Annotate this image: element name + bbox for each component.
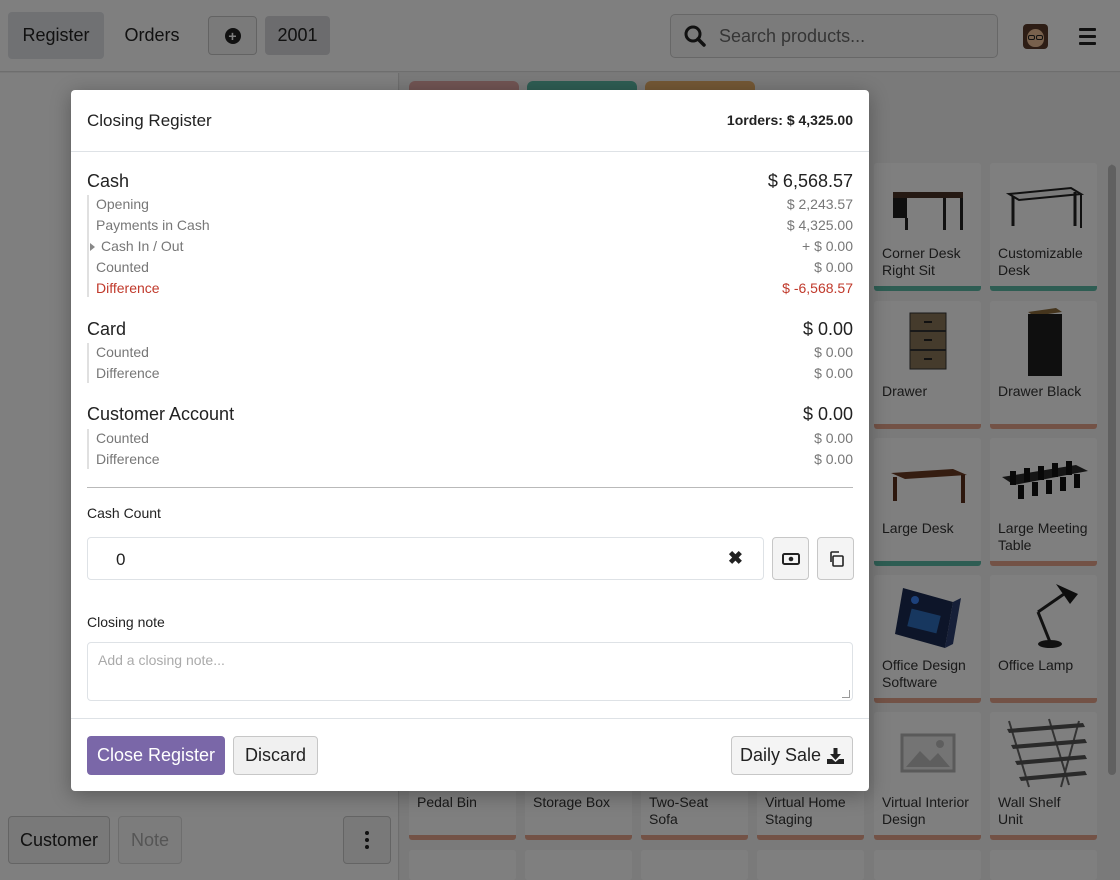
cash-in-out-value: + $ 0.00 xyxy=(802,238,853,254)
card-section-title: Card xyxy=(87,319,127,339)
cash-opening-label: Opening xyxy=(96,196,149,212)
dialog-footer: Close Register Discard Daily Sale xyxy=(71,718,869,791)
closing-register-dialog: Closing Register 1orders: $ 4,325.00 Cas… xyxy=(71,90,869,791)
orders-summary: 1orders: $ 4,325.00 xyxy=(726,112,853,128)
cash-difference-value: $ -6,568.57 xyxy=(782,280,853,296)
clear-icon[interactable]: ✖ xyxy=(728,548,743,569)
customer-account-counted-label: Counted xyxy=(96,430,149,446)
money-bill-icon xyxy=(781,552,800,565)
daily-sale-button[interactable]: Daily Sale xyxy=(731,736,853,775)
dialog-header: Closing Register 1orders: $ 4,325.00 xyxy=(71,90,869,152)
customer-account-total: $ 0.00 xyxy=(802,404,853,424)
cash-payments-label: Payments in Cash xyxy=(96,217,210,233)
close-register-button[interactable]: Close Register xyxy=(87,736,225,775)
cash-in-out-toggle[interactable]: Cash In / Out xyxy=(90,238,183,254)
resize-handle-icon[interactable] xyxy=(842,690,850,698)
customer-account-counted-value: $ 0.00 xyxy=(814,430,853,446)
cash-section-title: Cash xyxy=(87,171,130,191)
closing-note-placeholder: Add a closing note... xyxy=(98,652,225,668)
customer-account-difference-value: $ 0.00 xyxy=(814,451,853,467)
card-total: $ 0.00 xyxy=(802,319,853,339)
cash-payments-value: $ 4,325.00 xyxy=(786,217,853,233)
discard-button[interactable]: Discard xyxy=(233,736,318,775)
copy-icon xyxy=(829,550,844,567)
cash-total: $ 6,568.57 xyxy=(767,171,853,191)
cash-count-value: 0 xyxy=(116,550,126,569)
card-counted-label: Counted xyxy=(96,344,149,360)
download-icon xyxy=(827,747,845,764)
card-difference-label: Difference xyxy=(96,365,160,381)
customer-account-section-title: Customer Account xyxy=(87,404,235,424)
card-difference-value: $ 0.00 xyxy=(814,365,853,381)
cash-count-input[interactable]: 0 ✖ xyxy=(87,537,764,580)
cash-difference-label: Difference xyxy=(96,280,160,296)
closing-note-label: Closing note xyxy=(87,614,165,630)
divider xyxy=(87,487,853,488)
card-counted-value: $ 0.00 xyxy=(814,344,853,360)
cash-counted-label: Counted xyxy=(96,259,149,275)
cash-counted-value: $ 0.00 xyxy=(814,259,853,275)
count-bills-button[interactable] xyxy=(772,537,809,580)
caret-right-icon xyxy=(90,243,95,252)
dialog-title: Closing Register xyxy=(87,111,212,130)
closing-note-textarea[interactable]: Add a closing note... xyxy=(87,642,853,701)
customer-account-difference-label: Difference xyxy=(96,451,160,467)
copy-amount-button[interactable] xyxy=(817,537,854,580)
cash-count-label: Cash Count xyxy=(87,505,161,521)
cash-opening-value: $ 2,243.57 xyxy=(786,196,853,212)
